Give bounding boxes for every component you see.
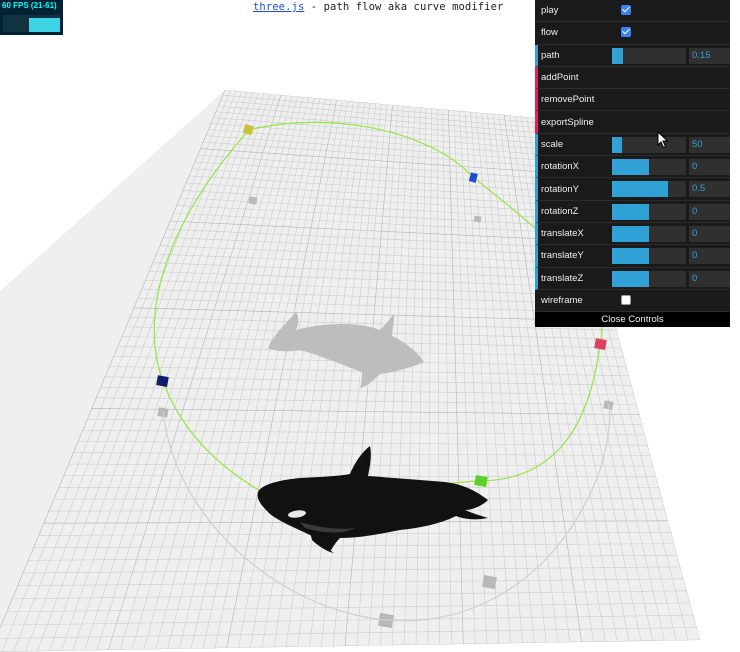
control-rotation-z[interactable]: rotationZ 0: [535, 200, 730, 223]
translate-z-value-input[interactable]: 0: [689, 270, 730, 287]
control-translate-z[interactable]: translateZ 0: [535, 267, 730, 290]
fps-readout: 60 FPS (21-61): [2, 1, 57, 10]
scale-slider[interactable]: [612, 136, 686, 153]
rotation-y-slider[interactable]: [612, 181, 686, 198]
translate-z-slider[interactable]: [612, 270, 686, 287]
page-title: three.js - path flow aka curve modifier: [253, 1, 503, 13]
threejs-link[interactable]: three.js: [253, 1, 304, 13]
path-value-input[interactable]: 0.15: [689, 47, 730, 64]
translate-x-value-input[interactable]: 0: [689, 225, 730, 242]
control-point-navy[interactable]: [156, 375, 169, 387]
control-path[interactable]: path 0.15: [535, 44, 730, 67]
wireframe-checkbox[interactable]: [621, 294, 631, 305]
translate-x-label: translateX: [541, 228, 584, 240]
translate-y-value-input[interactable]: 0: [689, 248, 730, 265]
translate-x-slider[interactable]: [612, 225, 686, 242]
rotation-z-label: rotationZ: [541, 205, 579, 217]
play-label: play: [541, 5, 559, 17]
scale-label: scale: [541, 138, 564, 150]
fps-graph: [3, 15, 60, 32]
flow-label: flow: [541, 27, 558, 39]
control-rotation-y[interactable]: rotationY 0.5: [535, 178, 730, 201]
close-controls-button[interactable]: Close Controls: [535, 312, 730, 328]
export-spline-button[interactable]: exportSpline: [541, 117, 594, 128]
control-flow[interactable]: flow: [535, 22, 730, 45]
scale-value-input[interactable]: 50: [689, 136, 730, 153]
rotation-x-slider[interactable]: [612, 159, 686, 176]
controls-panel: play flow path 0.15 addPoint removePoint…: [535, 0, 730, 328]
control-wireframe[interactable]: wireframe: [535, 289, 730, 313]
control-export-spline[interactable]: exportSpline: [535, 111, 730, 134]
control-add-point[interactable]: addPoint: [535, 66, 730, 90]
translate-y-label: translateY: [541, 250, 584, 262]
mouse-pointer-icon: [657, 131, 669, 149]
flow-checkbox[interactable]: [621, 27, 631, 38]
rotation-y-label: rotationY: [541, 183, 580, 195]
page-description: - path flow aka curve modifier: [304, 1, 504, 13]
rotation-x-label: rotationX: [541, 161, 580, 173]
rotation-z-value-input[interactable]: 0: [689, 203, 730, 220]
translate-z-label: translateZ: [541, 272, 584, 284]
fps-stats-widget[interactable]: 60 FPS (21-61): [0, 0, 63, 35]
control-scale[interactable]: scale 50: [535, 133, 730, 157]
control-point-pink[interactable]: [594, 338, 607, 350]
control-translate-x[interactable]: translateX 0: [535, 222, 730, 246]
path-label: path: [541, 49, 560, 61]
wireframe-label: wireframe: [541, 295, 583, 306]
rotation-z-slider[interactable]: [612, 203, 686, 220]
fps-graph-bar: [29, 18, 60, 32]
rotation-x-value-input[interactable]: 0: [689, 159, 730, 176]
translate-y-slider[interactable]: [612, 248, 686, 265]
remove-point-button[interactable]: removePoint: [541, 94, 594, 105]
control-play[interactable]: play: [535, 0, 730, 23]
path-slider[interactable]: [612, 47, 686, 64]
control-rotation-x[interactable]: rotationX 0: [535, 156, 730, 179]
add-point-button[interactable]: addPoint: [541, 72, 579, 83]
rotation-y-value-input[interactable]: 0.5: [689, 181, 730, 198]
play-checkbox[interactable]: [621, 5, 631, 15]
control-remove-point[interactable]: removePoint: [535, 89, 730, 112]
control-translate-y[interactable]: translateY 0: [535, 245, 730, 268]
control-point-green[interactable]: [474, 475, 488, 487]
